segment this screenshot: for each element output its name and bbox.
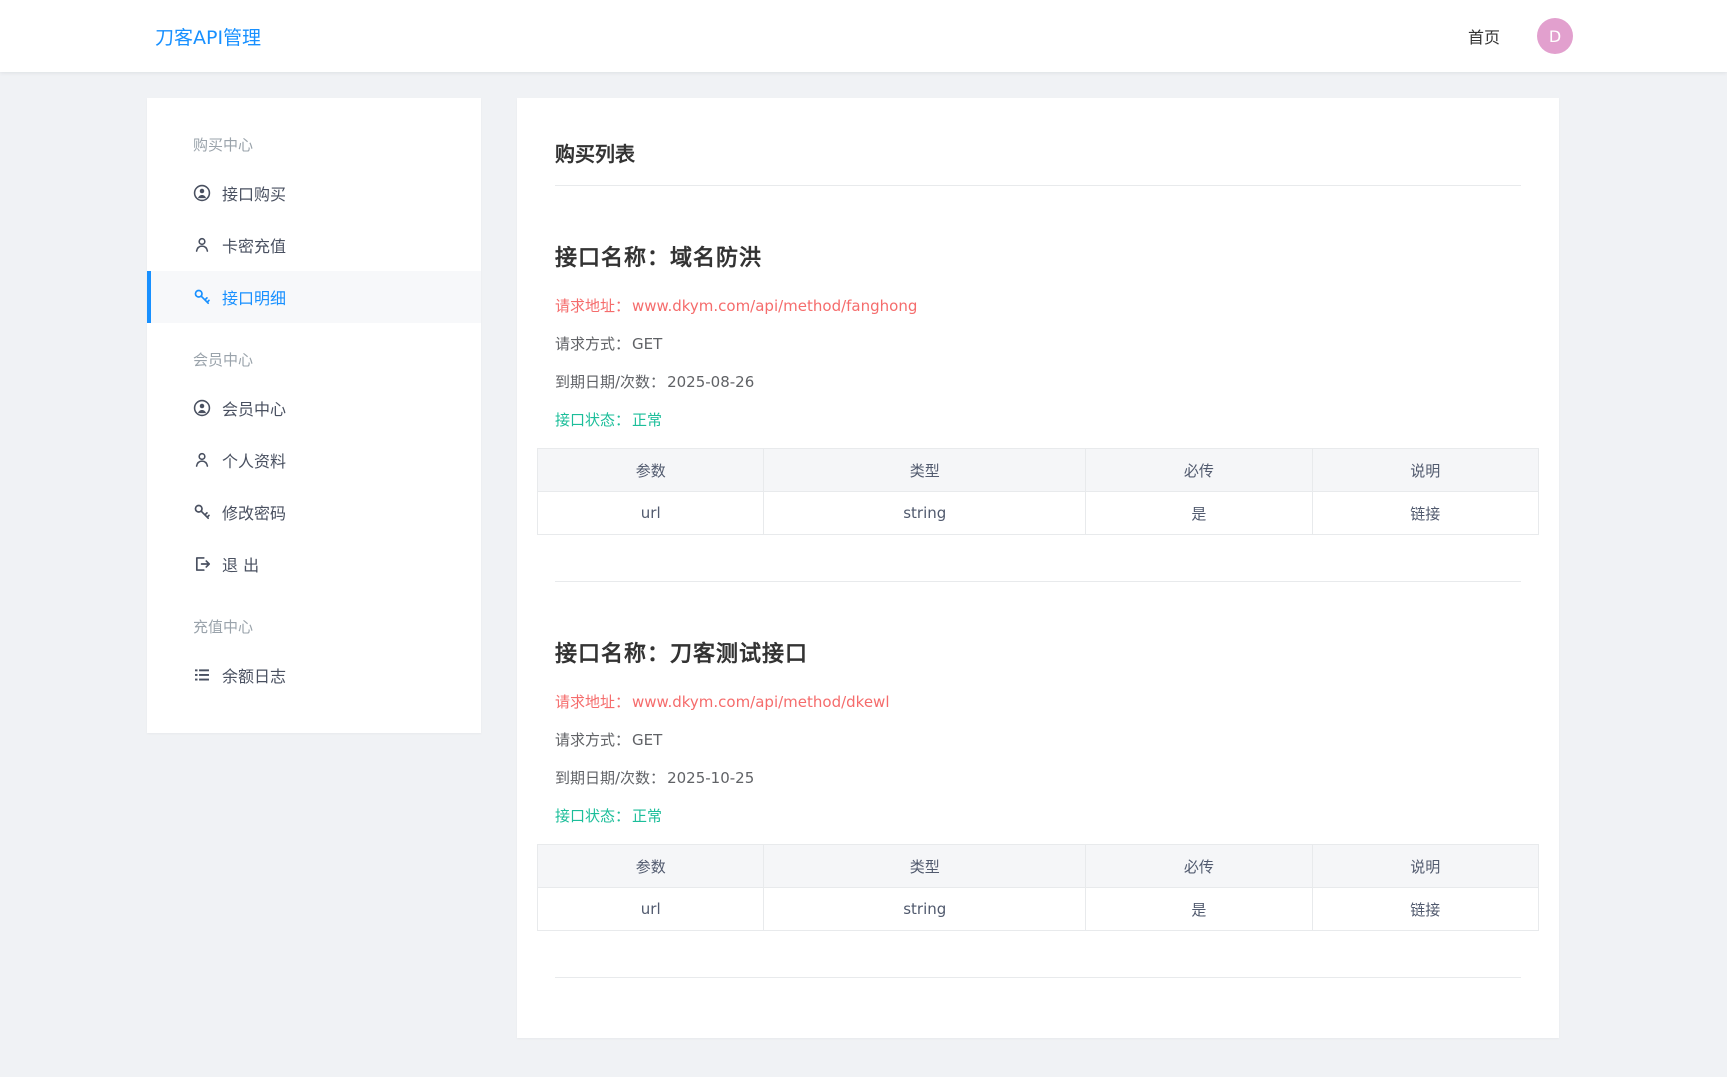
table-cell: 是 [1085,887,1313,931]
api-name-heading: 接口名称：域名防洪 [555,240,1521,272]
bottom-divider [555,977,1521,978]
sidebar-item-member-center[interactable]: 会员中心 [147,382,481,434]
expire-label: 到期日期/次数： [555,373,666,391]
status-label: 接口状态： [555,411,631,429]
user-outline-icon [193,236,211,254]
params-table-wrap: 参数 类型 必传 说明 url string 是 链接 [536,448,1540,535]
page-layout: 购买中心 接口购买 卡密充值 接口明细 会员中心 会员中心 个人资料 修改密码 … [0,72,1727,1038]
sidebar-item-balance-log[interactable]: 余额日志 [147,649,481,701]
sidebar-section-purchase-center: 购买中心 [193,136,254,154]
expire-label: 到期日期/次数： [555,769,666,787]
expire-value: 2025-08-26 [667,373,755,391]
key-icon [193,503,211,521]
table-header-cell: 说明 [1311,844,1540,888]
table-row: url string 是 链接 [536,887,1540,931]
table-cell: 是 [1085,491,1313,535]
request-url-line: 请求地址： www.dkym.com/api/method/fanghong [555,296,1521,316]
api-name-label: 接口名称： [555,246,671,271]
status-line: 接口状态： 正常 [555,410,1521,430]
api-name-heading: 接口名称：刀客测试接口 [555,636,1521,668]
sidebar: 购买中心 接口购买 卡密充值 接口明细 会员中心 会员中心 个人资料 修改密码 … [147,98,481,733]
user-outline-icon [193,451,211,469]
api-name-value: 域名防洪 [670,246,763,271]
sidebar-item-label: 修改密码 [222,504,287,523]
key-icon [193,288,211,306]
table-cell: string [763,887,1087,931]
page-title: 购买列表 [555,142,635,166]
avatar[interactable]: D [1537,18,1573,54]
table-header-cell: 类型 [763,448,1087,492]
status-line: 接口状态： 正常 [555,806,1521,826]
expire-line: 到期日期/次数： 2025-10-25 [555,768,1521,788]
table-header-row: 参数 类型 必传 说明 [536,448,1540,492]
request-url-line: 请求地址： www.dkym.com/api/method/dkewl [555,692,1521,712]
sidebar-item-label: 退 出 [222,556,260,575]
list-icon [193,666,211,684]
title-divider [555,185,1521,186]
request-method-label: 请求方式： [555,731,631,749]
request-method-value: GET [632,335,663,353]
api-section-2: 接口名称：刀客测试接口 请求地址： www.dkym.com/api/method… [536,636,1540,931]
sign-out-icon [193,555,211,573]
nav-home-link[interactable]: 首页 [1468,24,1500,48]
section-divider [555,581,1521,582]
user-circle-icon [193,399,211,417]
table-header-cell: 参数 [536,448,765,492]
sidebar-item-label: 接口明细 [222,289,287,308]
sidebar-section-member-center: 会员中心 [193,351,254,369]
request-method-line: 请求方式： GET [555,334,1521,354]
sidebar-item-change-password[interactable]: 修改密码 [147,486,481,538]
expire-value: 2025-10-25 [667,769,755,787]
api-section-1: 接口名称：域名防洪 请求地址： www.dkym.com/api/method/f… [536,240,1540,535]
sidebar-item-api-purchase[interactable]: 接口购买 [147,167,481,219]
expire-line: 到期日期/次数： 2025-08-26 [555,372,1521,392]
top-header: 刀客API管理 首页 D [0,0,1727,72]
sidebar-item-label: 接口购买 [222,185,287,204]
table-row: url string 是 链接 [536,491,1540,535]
table-header-cell: 必传 [1085,448,1313,492]
table-header-cell: 必传 [1085,844,1313,888]
main-card: 购买列表 接口名称：域名防洪 请求地址： www.dkym.com/api/met… [517,98,1559,1038]
table-header-cell: 类型 [763,844,1087,888]
request-method-value: GET [632,731,663,749]
params-table-wrap: 参数 类型 必传 说明 url string 是 链接 [536,844,1540,931]
params-table: 参数 类型 必传 说明 url string 是 链接 [536,448,1540,535]
table-cell: 链接 [1311,491,1540,535]
sidebar-item-profile[interactable]: 个人资料 [147,434,481,486]
status-label: 接口状态： [555,807,631,825]
table-header-row: 参数 类型 必传 说明 [536,844,1540,888]
table-cell: url [536,887,765,931]
avatar-letter: D [1548,26,1562,46]
request-url-label: 请求地址： [555,297,631,315]
status-badge: 正常 [632,807,663,825]
sidebar-item-logout[interactable]: 退 出 [147,538,481,590]
sidebar-item-label: 卡密充值 [222,237,287,256]
sidebar-section-recharge-center: 充值中心 [193,618,254,636]
table-cell: string [763,491,1087,535]
sidebar-item-label: 余额日志 [222,667,287,686]
user-circle-icon [193,184,211,202]
status-badge: 正常 [632,411,663,429]
request-url-value: www.dkym.com/api/method/dkewl [632,693,890,711]
request-method-line: 请求方式： GET [555,730,1521,750]
api-name-value: 刀客测试接口 [670,642,809,667]
sidebar-item-card-recharge[interactable]: 卡密充值 [147,219,481,271]
table-cell: url [536,491,765,535]
api-name-label: 接口名称： [555,642,671,667]
table-header-cell: 参数 [536,844,765,888]
sidebar-item-api-details[interactable]: 接口明细 [147,271,481,323]
request-url-label: 请求地址： [555,693,631,711]
sidebar-item-label: 会员中心 [222,400,287,419]
params-table: 参数 类型 必传 说明 url string 是 链接 [536,844,1540,931]
header-right: 首页 D [1468,18,1573,54]
table-header-cell: 说明 [1311,448,1540,492]
request-url-value: www.dkym.com/api/method/fanghong [632,297,918,315]
table-cell: 链接 [1311,887,1540,931]
app-title[interactable]: 刀客API管理 [155,23,261,50]
sidebar-item-label: 个人资料 [222,452,287,471]
request-method-label: 请求方式： [555,335,631,353]
